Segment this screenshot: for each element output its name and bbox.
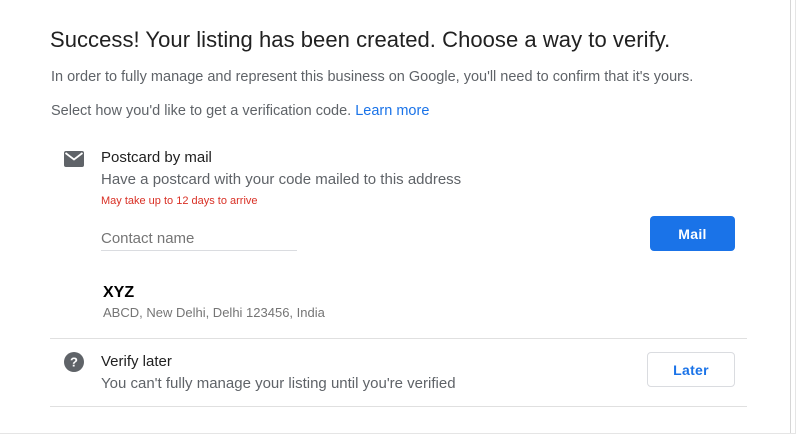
page-title: Success! Your listing has been created. …	[50, 27, 671, 52]
postcard-option-description: Have a postcard with your code mailed to…	[101, 171, 462, 188]
verify-later-description: You can't fully manage your listing unti…	[101, 375, 456, 392]
business-address: ABCD, New Delhi, Delhi 123456, India	[103, 305, 325, 320]
verification-panel: Success! Your listing has been created. …	[0, 0, 796, 434]
select-method-text: Select how you'd like to get a verificat…	[51, 103, 429, 119]
postcard-option-title: Postcard by mail	[101, 149, 212, 166]
contact-name-input[interactable]	[101, 226, 297, 251]
business-name: XYZ	[103, 284, 135, 301]
option-divider	[50, 338, 747, 339]
window-edge	[790, 0, 791, 433]
verify-later-title: Verify later	[101, 353, 172, 370]
mail-icon	[64, 151, 84, 167]
bottom-divider	[50, 406, 747, 407]
help-icon: ?	[64, 352, 84, 372]
svg-text:?: ?	[70, 355, 78, 370]
delivery-time-warning: May take up to 12 days to arrive	[101, 195, 258, 207]
intro-text: In order to fully manage and represent t…	[51, 69, 694, 85]
select-method-prefix: Select how you'd like to get a verificat…	[51, 103, 352, 119]
learn-more-link[interactable]: Learn more	[355, 103, 429, 119]
mail-button[interactable]: Mail	[650, 216, 735, 251]
later-button[interactable]: Later	[647, 352, 735, 387]
